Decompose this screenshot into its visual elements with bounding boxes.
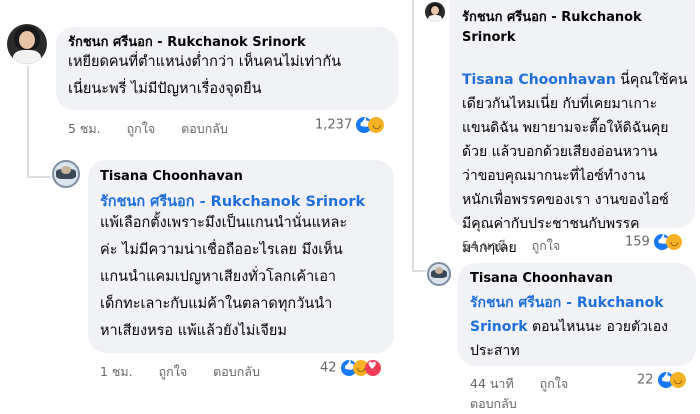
haha-reaction-icon <box>368 117 385 133</box>
reply-thread-connector <box>412 270 426 272</box>
reply-thread-connector <box>27 176 51 178</box>
reply-reaction-count: 22 <box>637 372 654 388</box>
tisana-avatar[interactable] <box>52 160 80 188</box>
comment-bubble: รักชนก ศรีนอก - Rukchanok Srinork เหยียด… <box>56 27 398 110</box>
tisana-avatar[interactable] <box>427 262 451 286</box>
screenshot-divider <box>403 0 410 404</box>
rukchanok-avatar[interactable] <box>425 2 445 22</box>
reply-body: รักชนก ศรีนอก - Rukchanok Srinork ตอนไหนน… <box>470 295 668 359</box>
reply-thread-line <box>27 66 29 178</box>
reply-actions: 44 นาที ถูกใจ <box>470 374 590 394</box>
like-link[interactable]: ถูกใจ <box>532 238 561 253</box>
comment-text: เหยียดคนที่ตำแหน่งต่ำกว่า เห็นคนไม่เท่าก… <box>68 54 342 97</box>
reply-author[interactable]: Tisana Choonhavan <box>470 270 613 288</box>
reply-actions: 1 ชม. ถูกใจ ตอบกลับ <box>100 362 282 382</box>
reply-link[interactable]: ตอบกลับ <box>181 121 228 136</box>
reaction-summary[interactable]: 1,237 <box>315 117 385 133</box>
haha-reaction-icon <box>665 234 682 250</box>
reply-bubble: Tisana Choonhavan รักชนก ศรีนอก - Rukcha… <box>88 160 394 353</box>
reply-time[interactable]: 44 นาที <box>470 376 514 391</box>
reply-reply-link[interactable]: ตอบกลับ <box>213 364 260 379</box>
reply-like-link[interactable]: ถูกใจ <box>540 376 569 391</box>
comment-mention[interactable]: Tisana Choonhavan <box>462 72 616 88</box>
love-reaction-icon <box>364 360 381 376</box>
comment-actions: 5 ชม. ถูกใจ ตอบกลับ <box>68 119 250 139</box>
reply-reaction-summary[interactable]: 22 <box>637 372 686 388</box>
reply-text: แพ้เลือกตั้งเพราะมึงเป็นแกนนำนั่นแหละ ค่… <box>100 215 348 339</box>
reply-like-link[interactable]: ถูกใจ <box>159 364 188 379</box>
reply-reaction-summary[interactable]: 42 <box>320 360 381 376</box>
comment-actions: 54 นาที ถูกใจ <box>462 236 582 256</box>
rukchanok-avatar[interactable] <box>7 24 47 64</box>
reply-reply-link-row: ตอบกลับ <box>470 394 539 414</box>
like-link[interactable]: ถูกใจ <box>127 121 156 136</box>
comment-time[interactable]: 54 นาที <box>462 238 506 253</box>
comment-text: Tisana Choonhavan นี่คุณใช้คน เดียวกันไห… <box>462 72 688 256</box>
reply-reaction-count: 42 <box>320 360 337 376</box>
comment-bubble: รักชนก ศรีนอก - Rukchanok Srinork Tisana… <box>450 0 695 256</box>
reaction-summary[interactable]: 159 <box>625 234 682 250</box>
comment-author[interactable]: รักชนก ศรีนอก - Rukchanok Srinork <box>462 8 692 48</box>
haha-reaction-icon <box>669 372 686 388</box>
reply-author[interactable]: Tisana Choonhavan <box>100 168 243 186</box>
reaction-count: 1,237 <box>315 117 353 133</box>
reply-thread-line <box>412 0 414 272</box>
reaction-count: 159 <box>625 234 650 250</box>
comment-time[interactable]: 5 ชม. <box>68 121 101 136</box>
reply-bubble: Tisana Choonhavan รักชนก ศรีนอก - Rukcha… <box>458 263 696 366</box>
reply-time[interactable]: 1 ชม. <box>100 364 133 379</box>
